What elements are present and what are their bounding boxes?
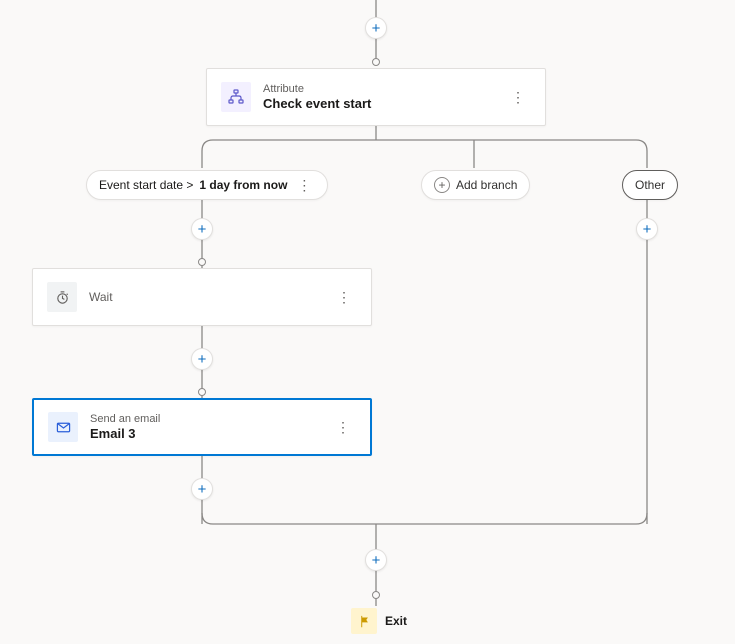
email-card[interactable]: Send an email Email 3 ⋮ (32, 398, 372, 456)
mail-icon (48, 412, 78, 442)
attribute-subtitle: Attribute (263, 82, 505, 96)
condition-more-button[interactable]: ⋮ (293, 175, 315, 196)
wait-more-button[interactable]: ⋮ (331, 286, 357, 308)
plus-icon: + (198, 481, 207, 498)
connector-dot (372, 591, 380, 599)
connector-dot (198, 388, 206, 396)
add-step-button-right[interactable]: + (636, 218, 658, 240)
add-step-button-top[interactable]: + (365, 17, 387, 39)
condition-bold: 1 day from now (199, 178, 287, 192)
add-step-button-left-2[interactable]: + (191, 348, 213, 370)
email-subtitle: Send an email (90, 412, 330, 426)
exit-label: Exit (385, 614, 407, 628)
condition-prefix: Event start date > (99, 178, 193, 192)
other-label: Other (635, 178, 665, 192)
connector-dot (198, 258, 206, 266)
add-step-button-left-3[interactable]: + (191, 478, 213, 500)
attribute-tree-icon (221, 82, 251, 112)
add-branch-label: Add branch (456, 178, 517, 192)
branch-condition-pill[interactable]: Event start date > 1 day from now ⋮ (86, 170, 328, 200)
wait-label: Wait (89, 290, 331, 304)
email-more-button[interactable]: ⋮ (330, 416, 356, 438)
flag-icon (351, 608, 377, 634)
plus-icon: + (372, 552, 381, 569)
email-title: Email 3 (90, 426, 330, 442)
add-step-button-left-1[interactable]: + (191, 218, 213, 240)
add-branch-button[interactable]: + Add branch (421, 170, 530, 200)
clock-icon (47, 282, 77, 312)
plus-circle-icon: + (434, 177, 450, 193)
plus-icon: + (198, 221, 207, 238)
add-step-button-merge[interactable]: + (365, 549, 387, 571)
connector-dot (372, 58, 380, 66)
plus-icon: + (372, 20, 381, 37)
exit-node[interactable]: Exit (351, 608, 407, 634)
attribute-title: Check event start (263, 96, 505, 112)
wait-card[interactable]: Wait ⋮ (32, 268, 372, 326)
plus-icon: + (198, 351, 207, 368)
attribute-more-button[interactable]: ⋮ (505, 86, 531, 108)
plus-icon: + (643, 221, 652, 238)
attribute-card[interactable]: Attribute Check event start ⋮ (206, 68, 546, 126)
branch-other-pill[interactable]: Other (622, 170, 678, 200)
